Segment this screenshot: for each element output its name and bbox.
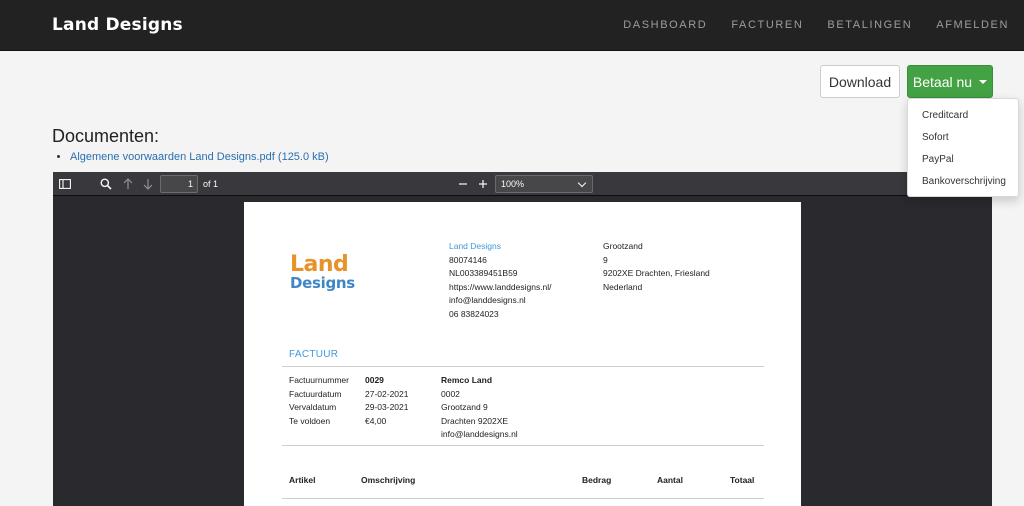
logo-text-land: Land	[290, 252, 349, 277]
company-kvk: 80074146	[449, 254, 487, 265]
pdf-toolbar: of 1 100%	[53, 172, 992, 196]
address-number: 9	[603, 254, 608, 265]
zoom-out-icon[interactable]	[456, 176, 470, 192]
address-street: Grootzand	[603, 241, 643, 251]
company-website: https://www.landdesigns.nl/	[449, 281, 552, 292]
divider	[282, 445, 764, 446]
meta-label: Vervaldatum	[289, 402, 337, 413]
chevron-down-icon	[577, 178, 587, 188]
pay-now-button-label: Betaal nu	[912, 73, 973, 90]
arrow-up-icon[interactable]	[121, 176, 135, 192]
pay-option-paypal[interactable]: PayPal	[908, 149, 1018, 171]
client-id: 0002	[441, 388, 460, 399]
client-street: Grootzand 9	[441, 402, 488, 413]
company-logo: Land Designs	[290, 254, 355, 291]
brand-logo[interactable]: Land Designs	[52, 15, 183, 35]
download-button[interactable]: Download	[820, 65, 900, 98]
due-date: 29-03-2021	[365, 402, 409, 413]
client-details: Remco Land 0002 Grootzand 9 Drachten 920…	[441, 374, 518, 442]
col-header-totaal: Totaal	[730, 475, 755, 485]
meta-label: Factuurdatum	[289, 388, 342, 399]
company-email: info@landdesigns.nl	[449, 295, 526, 306]
zoom-in-icon[interactable]	[476, 176, 490, 192]
zoom-value: 100%	[501, 179, 525, 189]
meta-label: Factuurnummer	[289, 375, 349, 385]
search-icon[interactable]	[99, 176, 113, 192]
nav-facturen[interactable]: FACTUREN	[731, 19, 803, 31]
company-name: Land Designs	[449, 241, 501, 251]
logo-text-designs: Designs	[290, 274, 355, 292]
col-header-bedrag: Bedrag	[582, 475, 612, 485]
sidebar-toggle-icon[interactable]	[58, 176, 72, 192]
download-button-label: Download	[828, 73, 892, 90]
invoice-meta-values: 0029 27-02-2021 29-03-2021 €4,00	[365, 374, 408, 428]
address-city: 9202XE Drachten, Friesland	[603, 268, 710, 279]
nav-links: DASHBOARD FACTUREN BETALINGEN AFMELDEN	[599, 19, 1009, 31]
col-header-omschrijving: Omschrijving	[361, 475, 416, 485]
invoice-meta-labels: Factuurnummer Factuurdatum Vervaldatum T…	[289, 374, 349, 428]
zoom-select[interactable]: 100%	[495, 175, 593, 193]
pay-method-dropdown: Creditcard Sofort PayPal Bankoverschrijv…	[907, 98, 1019, 197]
page-number-input[interactable]	[160, 175, 198, 193]
company-vat: NL003389451B59	[449, 268, 518, 279]
company-details: Land Designs 80074146 NL003389451B59 htt…	[449, 240, 552, 322]
client-city: Drachten 9202XE	[441, 415, 509, 426]
company-address: Grootzand 9 9202XE Drachten, Friesland N…	[603, 240, 710, 294]
invoice-title: FACTUUR	[289, 349, 339, 360]
pdf-page: Land Designs Land Designs 80074146 NL003…	[244, 202, 801, 506]
divider	[282, 498, 764, 499]
pay-option-sofort[interactable]: Sofort	[908, 127, 1018, 149]
caret-down-icon	[979, 79, 988, 84]
arrow-down-icon[interactable]	[141, 176, 155, 192]
nav-afmelden[interactable]: AFMELDEN	[936, 19, 1009, 31]
divider	[282, 366, 764, 367]
list-item: Algemene voorwaarden Land Designs.pdf (1…	[70, 151, 329, 163]
documents-list: Algemene voorwaarden Land Designs.pdf (1…	[70, 151, 329, 163]
client-name: Remco Land	[441, 375, 493, 385]
amount-due: €4,00	[365, 415, 387, 426]
navbar: Land Designs DASHBOARD FACTUREN BETALING…	[0, 0, 1024, 51]
page-count: of 1	[203, 179, 219, 189]
nav-betalingen[interactable]: BETALINGEN	[827, 19, 912, 31]
nav-dashboard[interactable]: DASHBOARD	[623, 19, 707, 31]
documents-heading: Documenten:	[52, 126, 160, 146]
client-email: info@landdesigns.nl	[441, 429, 518, 440]
document-link[interactable]: Algemene voorwaarden Land Designs.pdf (1…	[70, 151, 329, 163]
pay-option-creditcard[interactable]: Creditcard	[908, 105, 1018, 127]
company-phone: 06 83824023	[449, 308, 499, 319]
invoice-date: 27-02-2021	[365, 388, 409, 399]
meta-label: Te voldoen	[289, 415, 331, 426]
col-header-artikel: Artikel	[289, 475, 316, 485]
col-header-aantal: Aantal	[657, 475, 683, 485]
pay-now-button[interactable]: Betaal nu	[907, 65, 993, 98]
invoice-number: 0029	[365, 375, 384, 385]
address-country: Nederland	[603, 281, 643, 292]
pdf-viewer: of 1 100% Land Designs Land Designs 8007…	[53, 172, 992, 506]
pay-option-bank-transfer[interactable]: Bankoverschrijving	[908, 171, 1018, 193]
